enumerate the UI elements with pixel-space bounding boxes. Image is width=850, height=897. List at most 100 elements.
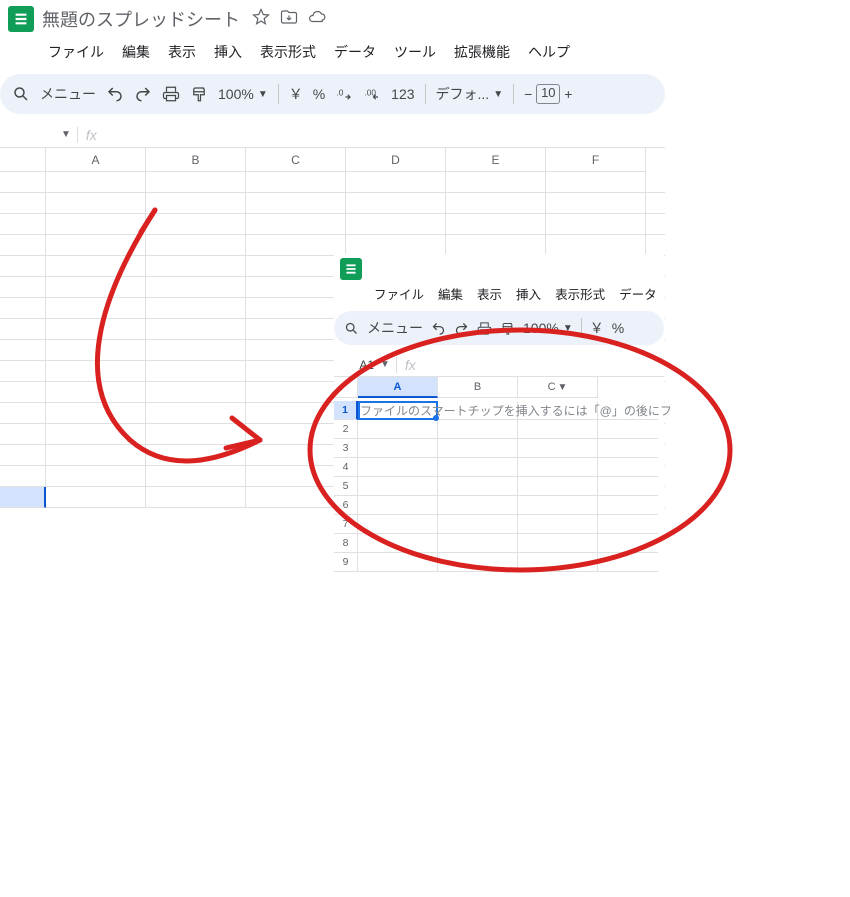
col-header-E[interactable]: E — [446, 148, 546, 172]
menu-search-label[interactable]: メニュー — [40, 84, 96, 104]
inset-menubar: ファイル 編集 表示 挿入 表示形式 データ — [334, 282, 664, 309]
search-icon[interactable] — [12, 85, 30, 103]
col-header-F[interactable]: F — [546, 148, 646, 172]
font-size-input[interactable]: 10 — [536, 84, 560, 104]
inset-row-header[interactable]: 2 — [334, 420, 358, 439]
row-header[interactable] — [0, 382, 46, 403]
undo-icon[interactable] — [106, 85, 124, 103]
inset-formula-input[interactable] — [422, 354, 664, 376]
menubar: ファイル 編集 表示 挿入 表示形式 データ ツール 拡張機能 ヘルプ — [0, 36, 665, 72]
col-header-C[interactable]: C — [246, 148, 346, 172]
inset-menu-search-label[interactable]: メニュー — [367, 318, 423, 338]
decrease-decimals-icon[interactable]: .0 — [335, 85, 353, 103]
sheets-logo-icon — [340, 258, 362, 280]
row-header[interactable] — [0, 361, 46, 382]
move-folder-icon[interactable] — [280, 8, 298, 31]
row-header[interactable] — [0, 193, 46, 214]
header: 無題のスプレッドシート — [0, 0, 665, 36]
menu-file[interactable]: ファイル — [40, 38, 112, 66]
inset-menu-format[interactable]: 表示形式 — [549, 282, 611, 305]
menu-help[interactable]: ヘルプ — [520, 38, 578, 66]
row-header[interactable] — [0, 256, 46, 277]
menu-data[interactable]: データ — [326, 38, 384, 66]
inset-row-header[interactable]: 7 — [334, 515, 358, 534]
select-all-corner[interactable] — [0, 148, 46, 172]
inset-toolbar: メニュー 100%▼ ￥ % — [334, 311, 664, 345]
menu-view[interactable]: 表示 — [160, 38, 204, 66]
inset-row-header[interactable]: 4 — [334, 458, 358, 477]
inset-formula-bar: A1 ▼ fx — [334, 353, 664, 377]
star-icon[interactable] — [252, 8, 270, 31]
inset-row-header[interactable]: 5 — [334, 477, 358, 496]
col-header-A[interactable]: A — [46, 148, 146, 172]
inset-col-header-B[interactable]: B — [438, 377, 518, 398]
inset-name-box-dropdown-icon[interactable]: ▼ — [380, 359, 390, 370]
row-header[interactable] — [0, 466, 46, 487]
number-format-button[interactable]: 123 — [391, 86, 414, 102]
menu-edit[interactable]: 編集 — [114, 38, 158, 66]
percent-button[interactable]: % — [313, 86, 325, 102]
font-size-decrease[interactable]: − — [524, 86, 532, 102]
active-cell-A1[interactable] — [358, 401, 438, 420]
col-header-D[interactable]: D — [346, 148, 446, 172]
font-dropdown[interactable]: デフォ...▼ — [436, 84, 504, 104]
name-box-dropdown-icon[interactable]: ▼ — [61, 129, 71, 140]
row-header[interactable] — [0, 277, 46, 298]
inset-currency-button[interactable]: ￥ — [590, 318, 604, 338]
sheets-logo-icon — [8, 6, 34, 32]
inset-col-header-C[interactable]: C▼ — [518, 377, 598, 398]
inset-row-header[interactable]: 8 — [334, 534, 358, 553]
menu-tools[interactable]: ツール — [386, 38, 444, 66]
row-header[interactable] — [0, 214, 46, 235]
formula-bar: ▼ fx — [0, 122, 665, 148]
name-box[interactable] — [4, 124, 59, 146]
row-header[interactable] — [0, 445, 46, 466]
print-icon[interactable] — [162, 85, 180, 103]
row-header[interactable] — [0, 340, 46, 361]
inset-name-box[interactable]: A1 — [338, 354, 378, 376]
inset-cells-area[interactable]: ファイルのスマートチップを挿入するには「@」の後にフ — [358, 401, 658, 572]
inset-menu-file[interactable]: ファイル — [368, 282, 430, 305]
inset-row-header[interactable]: 9 — [334, 553, 358, 572]
print-icon[interactable] — [477, 321, 492, 336]
menu-format[interactable]: 表示形式 — [252, 38, 324, 66]
currency-button[interactable]: ￥ — [289, 84, 303, 104]
redo-icon[interactable] — [134, 85, 152, 103]
increase-decimals-icon[interactable]: .00 — [363, 85, 381, 103]
inset-menu-data[interactable]: データ — [613, 282, 663, 305]
font-size-increase[interactable]: + — [564, 86, 572, 102]
formula-input[interactable] — [103, 124, 665, 146]
inset-menu-insert[interactable]: 挿入 — [510, 282, 547, 305]
row-header[interactable] — [0, 403, 46, 424]
inset-row-header[interactable]: 3 — [334, 439, 358, 458]
row-header[interactable] — [0, 424, 46, 445]
row-header[interactable] — [0, 319, 46, 340]
row-header[interactable] — [0, 235, 46, 256]
redo-icon[interactable] — [454, 321, 469, 336]
inset-grid: A B C▼ 123456789 ファイルのスマートチップを挿入するには「@」の… — [334, 377, 664, 572]
inset-percent-button[interactable]: % — [612, 320, 624, 336]
inset-fx-label: fx — [405, 357, 416, 373]
inset-row-header[interactable]: 1 — [334, 401, 358, 420]
inset-menu-view[interactable]: 表示 — [471, 282, 508, 305]
menu-extensions[interactable]: 拡張機能 — [446, 38, 518, 66]
search-icon[interactable] — [344, 321, 359, 336]
row-header[interactable] — [0, 298, 46, 319]
paint-format-icon[interactable] — [500, 321, 515, 336]
cloud-status-icon[interactable] — [308, 8, 326, 31]
doc-title[interactable]: 無題のスプレッドシート — [42, 6, 240, 32]
col-header-B[interactable]: B — [146, 148, 246, 172]
inset-zoom-dropdown[interactable]: 100%▼ — [523, 320, 573, 336]
fx-label: fx — [86, 127, 97, 143]
inset-row-header[interactable]: 6 — [334, 496, 358, 515]
inset-col-header-A[interactable]: A — [358, 377, 438, 398]
undo-icon[interactable] — [431, 321, 446, 336]
inset-select-all-corner[interactable] — [334, 377, 358, 398]
row-headers — [0, 172, 46, 508]
row-header[interactable] — [0, 172, 46, 193]
zoom-dropdown[interactable]: 100%▼ — [218, 86, 268, 102]
row-header[interactable] — [0, 487, 46, 508]
paint-format-icon[interactable] — [190, 85, 208, 103]
menu-insert[interactable]: 挿入 — [206, 38, 250, 66]
inset-menu-edit[interactable]: 編集 — [432, 282, 469, 305]
